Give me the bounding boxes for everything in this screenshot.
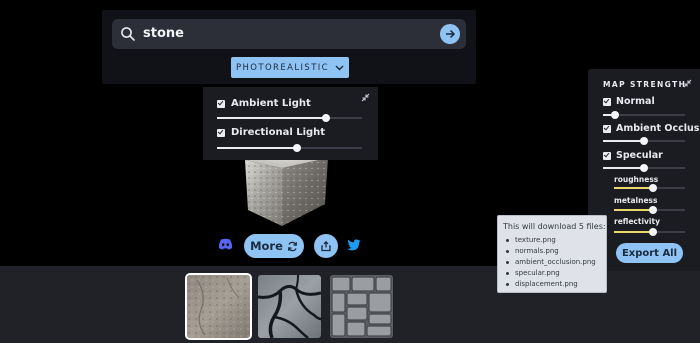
cracked-stone-texture-image	[258, 275, 321, 338]
style-dropdown-label: PHOTOREALISTIC	[235, 62, 330, 73]
download-file-item: normals.png	[506, 246, 596, 257]
thumbnail-smooth-stone[interactable]	[185, 273, 252, 340]
search-icon	[121, 27, 135, 41]
chevron-down-icon	[335, 65, 344, 70]
ambient-occlusion-checkbox[interactable]	[603, 124, 611, 133]
discord-icon[interactable]	[218, 238, 233, 250]
lighting-panel: Ambient Light Directional Light	[203, 87, 378, 160]
smooth-stone-texture-image	[187, 275, 250, 338]
roughness-slider-handle[interactable]	[649, 184, 658, 192]
search-bar[interactable]: stone	[112, 19, 466, 49]
metalness-slider-handle[interactable]	[649, 206, 658, 214]
normal-map-label: Normal	[616, 96, 655, 107]
thumbnail-stone-tiles[interactable]	[330, 275, 393, 338]
specular-map-checkbox[interactable]	[603, 151, 611, 160]
search-panel: stone PHOTOREALISTIC	[102, 10, 476, 84]
collapse-icon[interactable]	[683, 79, 692, 88]
style-dropdown[interactable]: PHOTOREALISTIC	[231, 57, 349, 78]
directional-light-slider-handle[interactable]	[292, 144, 301, 152]
twitter-icon[interactable]	[347, 239, 361, 251]
specular-map-slider[interactable]	[603, 164, 685, 172]
arrow-right-icon	[446, 29, 456, 39]
normal-map-toggle[interactable]: Normal	[603, 96, 655, 107]
ambient-occlusion-slider-handle[interactable]	[640, 137, 648, 145]
specular-map-toggle[interactable]: Specular	[603, 150, 663, 161]
search-input[interactable]: stone	[143, 26, 184, 41]
download-tooltip: This will download 5 files: texture.png …	[497, 215, 607, 293]
specular-map-label: Specular	[616, 150, 663, 161]
share-icon	[321, 240, 331, 252]
roughness-slider[interactable]	[614, 184, 685, 192]
metalness-label: metalness	[614, 196, 658, 205]
directional-light-slider[interactable]	[217, 144, 362, 152]
more-button-label: More	[250, 239, 283, 253]
ambient-light-label: Ambient Light	[231, 98, 311, 109]
ambient-light-toggle[interactable]: Ambient Light	[217, 98, 311, 109]
download-file-item: texture.png	[506, 235, 596, 246]
export-all-button[interactable]: Export All	[616, 243, 683, 263]
normal-map-slider-handle[interactable]	[611, 111, 620, 119]
share-button[interactable]	[314, 234, 338, 258]
specular-map-slider-handle[interactable]	[640, 164, 648, 172]
map-strength-title: MAP STRENGTH	[603, 80, 687, 89]
normal-map-checkbox[interactable]	[603, 97, 611, 106]
ambient-occlusion-toggle[interactable]: Ambient Occlusion	[603, 123, 700, 134]
more-button[interactable]: More	[244, 234, 304, 258]
refresh-icon	[287, 241, 297, 251]
download-tooltip-title: This will download 5 files:	[503, 222, 606, 231]
ambient-light-slider[interactable]	[217, 114, 362, 122]
search-submit-button[interactable]	[440, 24, 460, 44]
download-file-item: displacement.png	[506, 279, 596, 290]
ambient-light-slider-handle[interactable]	[321, 114, 330, 122]
stone-tiles-texture-image	[330, 275, 393, 338]
ambient-occlusion-slider[interactable]	[603, 137, 685, 145]
download-file-list: texture.png normals.png ambient_occlusio…	[506, 235, 596, 290]
roughness-label: roughness	[614, 175, 659, 184]
thumbnail-cracked-stone[interactable]	[258, 275, 321, 338]
ambient-light-checkbox[interactable]	[217, 99, 225, 108]
collapse-icon[interactable]	[361, 93, 370, 102]
download-file-item: ambient_occlusion.png	[506, 257, 596, 268]
metalness-slider[interactable]	[614, 206, 685, 214]
reflectivity-slider[interactable]	[614, 228, 685, 236]
directional-light-checkbox[interactable]	[217, 128, 225, 137]
download-file-item: specular.png	[506, 268, 596, 279]
directional-light-toggle[interactable]: Directional Light	[217, 127, 325, 138]
reflectivity-slider-handle[interactable]	[649, 228, 658, 236]
ambient-occlusion-label: Ambient Occlusion	[616, 123, 700, 134]
normal-map-slider[interactable]	[603, 111, 685, 119]
reflectivity-label: reflectivity	[614, 217, 660, 226]
directional-light-label: Directional Light	[231, 127, 326, 138]
